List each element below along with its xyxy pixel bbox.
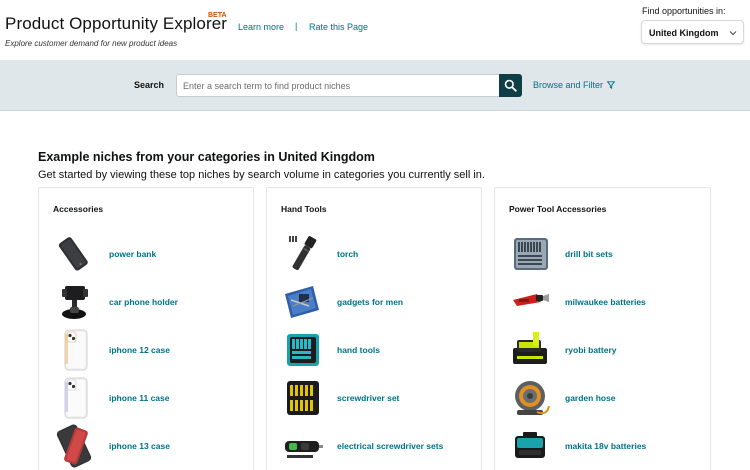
niche-link[interactable]: power bank [109,249,156,259]
search-icon [504,79,517,92]
search-label: Search [134,80,165,90]
app-title: Product Opportunity Explorer [5,14,228,33]
drill-bit-set-image [514,238,548,270]
niche-link[interactable]: iphone 13 case [109,441,170,451]
niche-item[interactable]: power bank [39,232,253,276]
niche-item[interactable]: car phone holder [39,280,253,324]
card-title: Accessories [53,204,104,214]
browse-and-filter-link[interactable]: Browse and Filter [533,80,615,90]
search-input[interactable] [176,74,499,97]
niche-link[interactable]: makita 18v batteries [565,441,646,451]
search-button[interactable] [499,74,522,97]
niche-link[interactable]: torch [337,249,358,259]
electric-screwdriver-image [285,441,323,458]
niche-item[interactable]: milwaukee batteries [495,280,710,324]
niche-link[interactable]: gadgets for men [337,297,403,307]
link-divider: | [295,21,298,31]
header: Product Opportunity Explorer BETA Explor… [0,0,750,60]
niche-link[interactable]: ryobi battery [565,345,617,355]
niche-link[interactable]: iphone 11 case [109,393,169,403]
niche-link[interactable]: car phone holder [109,297,178,307]
niche-link[interactable]: garden hose [565,393,616,403]
torch-image [289,236,317,270]
filter-icon [607,81,615,89]
tool-kit-image [285,286,319,318]
niche-item[interactable]: gadgets for men [267,280,481,324]
niche-item[interactable]: ryobi battery [495,328,710,372]
hose-reel-image [515,381,550,415]
car-phone-holder-image [62,286,88,319]
beta-badge: BETA [208,12,227,19]
country-select-value: United Kingdom [649,28,719,38]
niche-item[interactable]: iphone 13 case [39,424,253,468]
niche-card-power-tool-accessories: Power Tool Accessories drill bit sets mi… [494,187,711,470]
niche-item[interactable]: garden hose [495,376,710,420]
phone-case-image [64,377,88,419]
niche-item[interactable]: electrical screwdriver sets [267,424,481,468]
tool-case-image [287,334,319,366]
niche-link[interactable]: drill bit sets [565,249,613,259]
niche-link[interactable]: electrical screwdriver sets [337,441,443,451]
card-title: Hand Tools [281,204,327,214]
niche-link[interactable]: screwdriver set [337,393,399,403]
niche-link[interactable]: hand tools [337,345,380,355]
phone-case-image [56,424,92,468]
niche-item[interactable]: screwdriver set [267,376,481,420]
niche-item[interactable]: drill bit sets [495,232,710,276]
battery-image [515,432,545,458]
browse-and-filter-label: Browse and Filter [533,80,604,90]
country-select[interactable]: United Kingdom [641,20,744,44]
screwdriver-set-image [287,381,319,415]
niche-item[interactable]: hand tools [267,328,481,372]
niche-item[interactable]: iphone 12 case [39,328,253,372]
niche-item[interactable]: makita 18v batteries [495,424,710,468]
niche-link[interactable]: iphone 12 case [109,345,170,355]
card-title: Power Tool Accessories [509,204,607,214]
niche-card-accessories: Accessories power bank car phone holder [38,187,254,470]
app-subtitle: Explore customer demand for new product … [5,39,178,48]
chevron-down-icon [729,31,737,36]
section-title: Example niches from your categories in U… [38,150,375,164]
battery-charger-image [513,332,547,364]
find-opportunities-label: Find opportunities in: [642,6,726,16]
niche-link[interactable]: milwaukee batteries [565,297,646,307]
power-bank-image [58,237,88,271]
niche-card-hand-tools: Hand Tools torch gadgets for men hand to… [266,187,482,470]
learn-more-link[interactable]: Learn more [238,22,284,32]
rate-page-link[interactable]: Rate this Page [309,22,368,32]
niche-item[interactable]: iphone 11 case [39,376,253,420]
niche-item[interactable]: torch [267,232,481,276]
phone-case-image [64,329,88,371]
multi-tool-image [513,294,549,306]
search-band: Search Browse and Filter [0,60,750,111]
section-description: Get started by viewing these top niches … [38,169,485,181]
